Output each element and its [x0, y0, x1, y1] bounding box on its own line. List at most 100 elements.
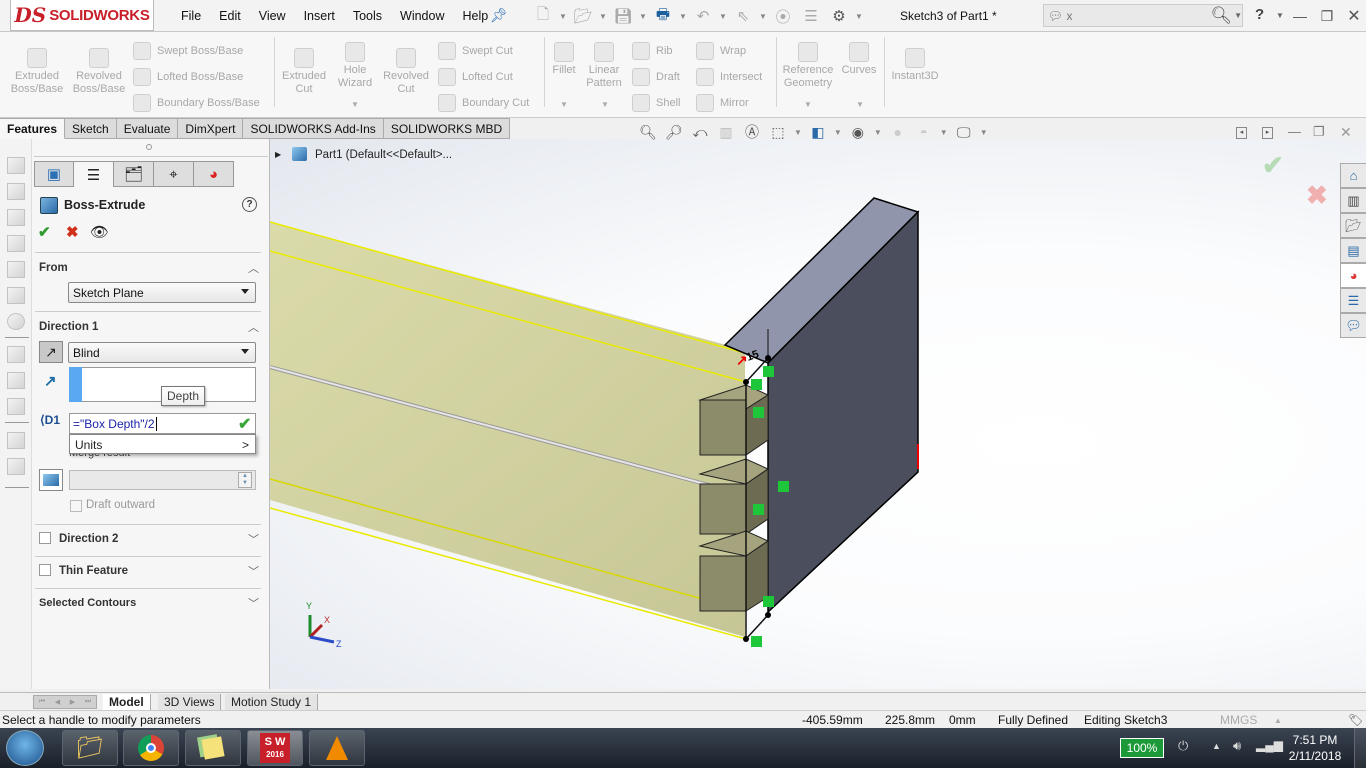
- taskbar-vlc[interactable]: [309, 730, 365, 766]
- swept-cut-button[interactable]: Swept Cut: [438, 42, 513, 60]
- status-tag-icon[interactable]: 🏷︎: [1348, 713, 1363, 727]
- thin-feature-checkbox[interactable]: [39, 564, 51, 576]
- previous-view-icon[interactable]: ⤺: [690, 122, 710, 142]
- view-left-icon[interactable]: [7, 209, 25, 226]
- search-commands-icon[interactable]: 💬︎: [1044, 9, 1066, 23]
- show-hidden-icons-icon[interactable]: ▲: [1212, 741, 1221, 751]
- help-dropdown-icon[interactable]: ▼: [1276, 11, 1284, 20]
- menu-insert[interactable]: Insert: [295, 9, 344, 23]
- unit-system-button[interactable]: MMGS: [1220, 713, 1257, 727]
- view-bottom-icon[interactable]: [7, 287, 25, 304]
- viewport-restore-icon[interactable]: ❐: [1313, 124, 1325, 140]
- display-style-icon[interactable]: ◧: [808, 122, 828, 142]
- cut-shortcut-icon[interactable]: [7, 458, 25, 475]
- reference-geometry-button[interactable]: Reference Geometry: [780, 42, 836, 90]
- red-handle-icon[interactable]: ↗: [736, 352, 748, 368]
- taskbar-chrome[interactable]: [123, 730, 179, 766]
- swept-boss-base-button[interactable]: Swept Boss/Base: [133, 42, 243, 60]
- draft-toggle-button[interactable]: [39, 469, 63, 491]
- tab-features[interactable]: Features: [0, 118, 66, 139]
- taskbar-solidworks[interactable]: S W 2016: [247, 730, 303, 766]
- rebuild-icon[interactable]: ⦿: [770, 5, 796, 27]
- dimxpert-manager-tab[interactable]: ⌖: [154, 161, 194, 187]
- boundary-boss-base-button[interactable]: Boundary Boss/Base: [133, 94, 260, 112]
- taskbar-sticky-notes[interactable]: [185, 730, 241, 766]
- clock[interactable]: 7:51 PM 2/11/2018: [1285, 732, 1345, 764]
- parallel-relation-icon[interactable]: [763, 366, 774, 377]
- parallel-relation-icon[interactable]: [763, 596, 774, 607]
- menu-view[interactable]: View: [250, 9, 295, 23]
- undo-icon[interactable]: ↶: [690, 5, 716, 27]
- model-canvas[interactable]: 15 ↗ Y X Z: [270, 139, 1366, 689]
- sketch-fillet-icon[interactable]: [7, 346, 25, 363]
- direction2-section-header[interactable]: Direction 2: [59, 533, 118, 545]
- fillet-dropdown-icon[interactable]: ▼: [560, 100, 568, 109]
- design-library-icon[interactable]: ▥: [1340, 188, 1366, 213]
- cancel-x-icon[interactable]: ✖: [66, 223, 79, 241]
- apply-scene-icon[interactable]: ◓: [914, 122, 934, 142]
- horizontal-relation-icon[interactable]: [751, 379, 762, 390]
- battery-indicator[interactable]: 100%: [1120, 738, 1164, 758]
- linear-pattern-button[interactable]: Linear Pattern: [584, 42, 624, 90]
- file-properties-icon[interactable]: ☰: [798, 5, 824, 27]
- file-explorer-icon[interactable]: 📂︎: [1340, 213, 1366, 238]
- revolved-boss-base-button[interactable]: Revolved Boss/Base: [70, 48, 128, 96]
- sketch-point[interactable]: [765, 355, 771, 361]
- from-section-header[interactable]: From: [39, 262, 68, 274]
- tab-evaluate[interactable]: Evaluate: [116, 118, 179, 139]
- selected-contours-section-header[interactable]: Selected Contours: [39, 597, 136, 609]
- fillet-button[interactable]: Fillet: [548, 42, 580, 77]
- pin-menu-icon[interactable]: 📌︎: [490, 7, 508, 24]
- view-back-icon[interactable]: [7, 183, 25, 200]
- network-signal-icon[interactable]: ▂▄▆: [1256, 738, 1283, 752]
- tab-scroll-buttons[interactable]: ⏮ ◀ ▶ ⏭: [33, 695, 97, 709]
- solidworks-logo[interactable]: DS SOLIDWORKS: [10, 0, 154, 31]
- print-dropdown-icon[interactable]: ▼: [678, 12, 688, 21]
- hole-wizard-button[interactable]: Hole Wizard: [331, 42, 379, 90]
- start-button[interactable]: [6, 730, 44, 766]
- from-select[interactable]: Sketch Plane: [68, 282, 256, 303]
- select-dropdown-icon[interactable]: ▼: [758, 12, 768, 21]
- preview-eye-icon[interactable]: 👁︎: [90, 223, 109, 241]
- show-desktop-button[interactable]: [1354, 728, 1366, 768]
- extruded-boss-base-button[interactable]: Extruded Boss/Base: [8, 48, 66, 96]
- confirmation-corner-ok-icon[interactable]: ✔: [1262, 150, 1284, 181]
- edit-appearance-icon[interactable]: ●: [888, 122, 908, 142]
- tab-3d-views[interactable]: 3D Views: [158, 694, 222, 710]
- volume-icon[interactable]: 🔊︎: [1233, 738, 1241, 754]
- new-dropdown-icon[interactable]: ▼: [558, 12, 568, 21]
- thin-feature-section-header[interactable]: Thin Feature: [59, 565, 128, 577]
- unit-system-arrow-icon[interactable]: ▲: [1274, 716, 1282, 725]
- undo-dropdown-icon[interactable]: ▼: [718, 12, 728, 21]
- viewport-minimize-icon[interactable]: —: [1288, 124, 1301, 139]
- new-document-icon[interactable]: 🗋: [530, 5, 556, 27]
- search-icon[interactable]: 🔍︎: [1210, 6, 1232, 26]
- select-cursor-icon[interactable]: ⇖: [730, 5, 756, 27]
- display-manager-tab[interactable]: ◕: [194, 161, 234, 187]
- tab-solidworks-add-ins[interactable]: SOLIDWORKS Add-Ins: [243, 118, 384, 139]
- direction2-checkbox[interactable]: [39, 532, 51, 544]
- view-right-icon[interactable]: [7, 235, 25, 252]
- options-gear-icon[interactable]: ⚙: [826, 5, 852, 27]
- draft-angle-input[interactable]: [69, 470, 256, 490]
- view-orientation-icon[interactable]: ⬚: [768, 122, 788, 142]
- view-settings-dropdown-icon[interactable]: ▼: [980, 128, 988, 137]
- view-orientation-dropdown-icon[interactable]: ▼: [794, 128, 802, 137]
- power-plug-icon[interactable]: ⏻: [1178, 738, 1188, 754]
- menu-window[interactable]: Window: [391, 9, 453, 23]
- menu-edit[interactable]: Edit: [210, 9, 250, 23]
- hide-show-items-icon[interactable]: ◉: [848, 122, 868, 142]
- end-condition-select[interactable]: Blind: [68, 342, 256, 363]
- direction1-section-header[interactable]: Direction 1: [39, 321, 98, 333]
- draft-angle-spinner[interactable]: ▲ ▼: [238, 472, 252, 488]
- menu-file[interactable]: File: [172, 9, 210, 23]
- save-icon[interactable]: 💾︎: [610, 5, 636, 27]
- zoom-to-fit-icon[interactable]: 🔍︎: [638, 122, 658, 142]
- rib-button[interactable]: Rib: [632, 42, 673, 60]
- open-dropdown-icon[interactable]: ▼: [598, 12, 608, 21]
- confirmation-corner-cancel-icon[interactable]: ✖: [1306, 180, 1328, 211]
- search-dropdown-icon[interactable]: ▼: [1234, 11, 1242, 20]
- restore-icon[interactable]: ❐: [1313, 5, 1341, 27]
- graphics-area[interactable]: 15 ↗ Y X Z: [270, 139, 1366, 689]
- draft-outward-checkbox[interactable]: [70, 500, 82, 512]
